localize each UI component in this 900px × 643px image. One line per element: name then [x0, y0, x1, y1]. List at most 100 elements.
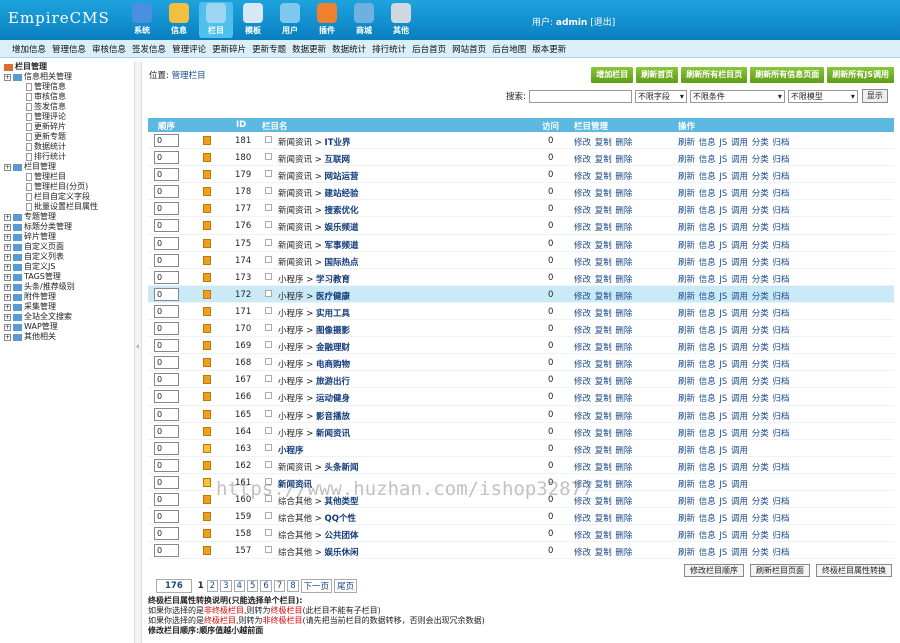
next-page-link[interactable]: 下一页	[300, 579, 333, 593]
manage-links[interactable]: 修改 复制 删除	[574, 392, 632, 404]
subnav-item[interactable]: 管理评论	[172, 43, 206, 55]
sidebar-item[interactable]: 审核信息	[4, 92, 134, 102]
expand-icon[interactable]: +	[4, 283, 11, 291]
sidebar-item[interactable]: 更新专题	[4, 132, 134, 142]
op-links[interactable]: 刷新 信息 JS 调用 分类 归档	[678, 529, 789, 541]
manage-links[interactable]: 修改 复制 删除	[574, 546, 632, 558]
category-name[interactable]: 娱乐休闲	[325, 548, 359, 558]
toolbar-button[interactable]: 刷新所有信息页面	[750, 67, 825, 83]
field-select[interactable]: 不限字段	[634, 89, 687, 103]
sidebar-splitter[interactable]: ‹	[134, 62, 142, 643]
row-checkbox[interactable]	[265, 136, 272, 143]
row-checkbox[interactable]	[265, 170, 272, 178]
row-checkbox[interactable]	[265, 512, 272, 520]
manage-links[interactable]: 修改 复制 删除	[574, 512, 632, 524]
category-name[interactable]: 医疗健康	[316, 292, 350, 302]
op-links[interactable]: 刷新 信息 JS 调用 分类 归档	[678, 221, 789, 233]
topnav-item[interactable]: 信息	[162, 2, 196, 38]
sidebar-item[interactable]: + 碎片管理	[4, 232, 134, 242]
op-links[interactable]: 刷新 信息 JS 调用 分类 归档	[678, 239, 789, 251]
order-input[interactable]: 0	[154, 475, 179, 489]
parent-name[interactable]: 综合其他	[278, 548, 312, 558]
row-checkbox[interactable]	[265, 426, 272, 434]
manage-links[interactable]: 修改 复制 删除	[574, 410, 632, 422]
sidebar-item[interactable]: 签发信息	[4, 102, 134, 112]
sidebar-item[interactable]: 管理评论	[4, 112, 134, 122]
op-links[interactable]: 刷新 信息 JS 调用 分类 归档	[678, 375, 789, 387]
subnav-item[interactable]: 审核信息	[92, 43, 126, 55]
row-checkbox[interactable]	[265, 221, 272, 229]
expand-icon[interactable]: +	[4, 223, 11, 231]
expand-icon[interactable]: +	[4, 243, 11, 251]
parent-name[interactable]: 新闻资讯	[278, 241, 312, 251]
expand-icon[interactable]: +	[4, 333, 11, 341]
subnav-item[interactable]: 网站首页	[452, 43, 486, 55]
parent-name[interactable]: 新闻资讯	[278, 189, 312, 199]
op-links[interactable]: 刷新 信息 JS 调用	[678, 444, 748, 456]
subnav-item[interactable]: 后台首页	[412, 43, 446, 55]
op-links[interactable]: 刷新 信息 JS 调用 分类 归档	[678, 170, 789, 182]
sidebar-item[interactable]: + 自定义页面	[4, 242, 134, 252]
subnav-item[interactable]: 签发信息	[132, 43, 166, 55]
page-link[interactable]: 4	[233, 580, 245, 592]
op-links[interactable]: 刷新 信息 JS 调用 分类 归档	[678, 324, 789, 336]
row-checkbox[interactable]	[265, 255, 272, 263]
order-input[interactable]: 0	[154, 339, 179, 353]
sidebar-item[interactable]: + TAGS管理	[4, 272, 134, 282]
row-checkbox[interactable]	[265, 409, 272, 417]
expand-icon[interactable]: +	[4, 163, 11, 171]
op-links[interactable]: 刷新 信息 JS 调用 分类 归档	[678, 307, 789, 319]
parent-name[interactable]: 综合其他	[278, 514, 312, 524]
parent-name[interactable]: 新闻资讯	[278, 463, 312, 473]
op-links[interactable]: 刷新 信息 JS 调用 分类 归档	[678, 512, 789, 524]
row-checkbox[interactable]	[265, 306, 272, 314]
order-input[interactable]: 0	[154, 322, 179, 336]
op-links[interactable]: 刷新 信息 JS 调用 分类 归档	[678, 290, 789, 302]
expand-icon[interactable]: +	[4, 293, 11, 301]
order-input[interactable]: 0	[154, 253, 179, 267]
manage-links[interactable]: 修改 复制 删除	[574, 307, 632, 319]
manage-links[interactable]: 修改 复制 删除	[574, 136, 632, 148]
expand-icon[interactable]: +	[4, 303, 11, 311]
parent-name[interactable]: 小程序	[278, 343, 304, 353]
collapse-arrow-icon[interactable]: ‹	[136, 342, 140, 352]
topnav-item[interactable]: 栏目	[199, 2, 233, 38]
expand-icon[interactable]: +	[4, 73, 11, 81]
op-links[interactable]: 刷新 信息 JS 调用 分类 归档	[678, 358, 789, 370]
category-name[interactable]: 学习教育	[316, 275, 350, 285]
manage-links[interactable]: 修改 复制 删除	[574, 529, 632, 541]
manage-links[interactable]: 修改 复制 删除	[574, 256, 632, 268]
subnav-item[interactable]: 数据更新	[292, 43, 326, 55]
sidebar-item[interactable]: + 采集管理	[4, 302, 134, 312]
subnav-item[interactable]: 数据统计	[332, 43, 366, 55]
expand-icon[interactable]: +	[4, 273, 11, 281]
order-input[interactable]: 0	[154, 510, 179, 524]
search-input[interactable]	[528, 89, 632, 103]
page-link[interactable]: 5	[246, 580, 259, 592]
user-name[interactable]: admin	[556, 18, 587, 28]
manage-links[interactable]: 修改 复制 删除	[574, 324, 632, 336]
order-input[interactable]: 0	[154, 458, 179, 472]
op-links[interactable]: 刷新 信息 JS 调用 分类 归档	[678, 495, 789, 507]
op-links[interactable]: 刷新 信息 JS 调用 分类 归档	[678, 187, 789, 199]
category-name[interactable]: 搜索优化	[325, 206, 359, 216]
category-name[interactable]: IT业界	[325, 138, 351, 148]
category-name[interactable]: 头条新闻	[325, 463, 359, 473]
manage-links[interactable]: 修改 复制 删除	[574, 187, 632, 199]
order-input[interactable]: 0	[154, 544, 179, 558]
row-checkbox[interactable]	[265, 460, 272, 468]
parent-name[interactable]: 小程序	[278, 326, 304, 336]
order-input[interactable]: 0	[154, 373, 179, 387]
topnav-item[interactable]: 插件	[310, 2, 344, 38]
sidebar-item[interactable]: + 标题分类管理	[4, 222, 134, 232]
sidebar-item[interactable]: + 附件管理	[4, 292, 134, 302]
sidebar-item[interactable]: + 栏目管理	[4, 162, 134, 172]
model-select[interactable]: 不限模型	[787, 89, 858, 103]
sidebar-item[interactable]: 更新碎片	[4, 122, 134, 132]
op-links[interactable]: 刷新 信息 JS 调用 分类 归档	[678, 427, 789, 439]
subnav-item[interactable]: 管理信息	[52, 43, 86, 55]
row-checkbox[interactable]	[265, 392, 272, 400]
manage-links[interactable]: 修改 复制 删除	[574, 444, 632, 456]
order-input[interactable]: 0	[154, 151, 179, 165]
toolbar-button[interactable]: 增加栏目	[591, 67, 634, 83]
